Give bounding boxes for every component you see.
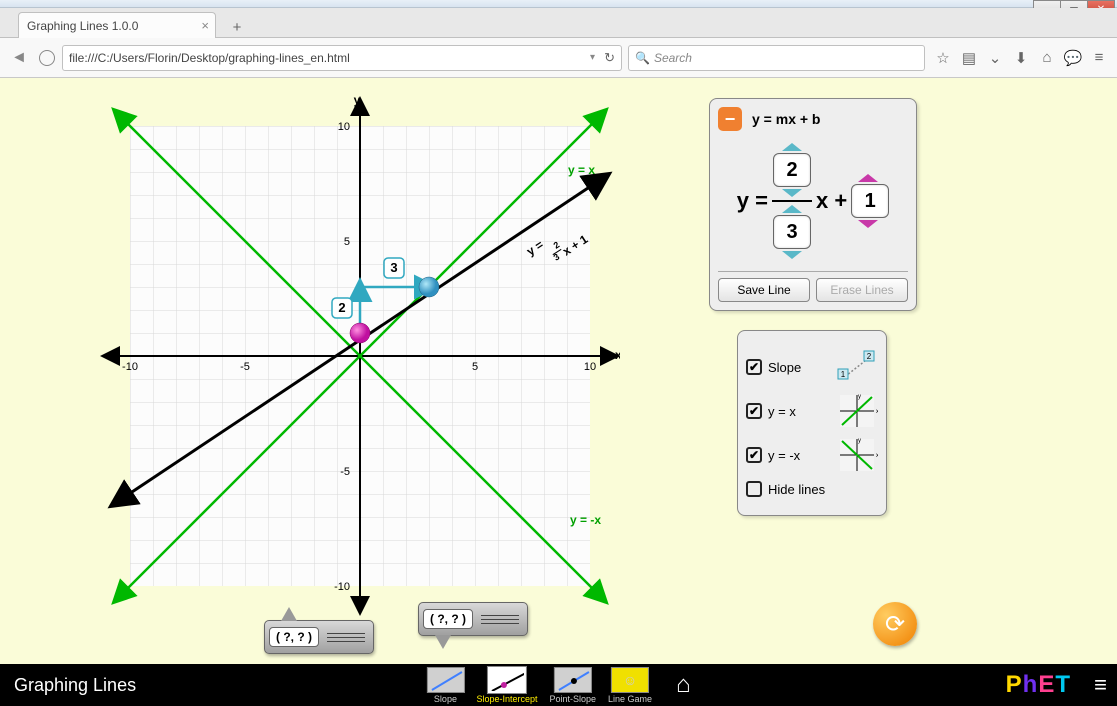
slope-checkbox[interactable]: ✔	[746, 359, 762, 375]
home-button[interactable]: ⌂	[676, 671, 691, 699]
browser-tab-bar: Graphing Lines 1.0.0 × +	[0, 8, 1117, 38]
numerator-down[interactable]	[782, 189, 802, 197]
svg-text:10: 10	[338, 121, 350, 133]
numerator-spinner[interactable]: 2	[773, 153, 811, 187]
grip-icon	[323, 633, 369, 642]
home-icon[interactable]: ⌂	[1035, 46, 1059, 70]
svg-text:10: 10	[584, 361, 596, 373]
window-titlebar	[0, 0, 1117, 8]
nav-point-slope[interactable]: Point-Slope	[549, 667, 596, 704]
search-placeholder: Search	[654, 51, 692, 65]
reset-icon: ⟳	[885, 610, 905, 639]
y-axis-label: y	[354, 96, 361, 107]
url-input[interactable]: file:///C:/Users/Florin/Desktop/graphing…	[62, 45, 622, 71]
ynx-label: y = -x	[768, 448, 800, 463]
denominator-up[interactable]	[782, 205, 802, 213]
chat-icon[interactable]: 💬	[1061, 46, 1085, 70]
x-axis-label: x	[615, 348, 620, 362]
simulation-area: x y -10 -5 5 10 10 5 -5 -10 y = x y = -x…	[0, 78, 1117, 706]
options-panel: ✔ Slope 1 2 ✔ y = x xy ✔ y = -x	[737, 330, 887, 516]
new-tab-button[interactable]: +	[228, 18, 246, 36]
globe-icon	[39, 50, 55, 66]
intercept-down[interactable]	[858, 220, 878, 228]
svg-text:-10: -10	[122, 361, 138, 373]
hide-lines-checkbox[interactable]	[746, 481, 762, 497]
point-tool-pointer-icon	[435, 635, 451, 649]
point-tool-2-label: ( ?, ? )	[423, 609, 473, 629]
svg-text:y: y	[858, 394, 861, 400]
downloads-icon[interactable]: ⬇	[1009, 46, 1033, 70]
slope-label: Slope	[768, 360, 801, 375]
svg-text:2: 2	[338, 300, 345, 315]
browser-tab[interactable]: Graphing Lines 1.0.0 ×	[18, 12, 216, 38]
url-dropdown-icon[interactable]: ▾	[590, 52, 595, 63]
svg-text:5: 5	[472, 361, 478, 373]
svg-text:2: 2	[867, 352, 872, 361]
yx-label: y = x	[768, 404, 796, 419]
hide-lines-label: Hide lines	[768, 482, 825, 497]
phet-logo[interactable]: PhET	[1006, 671, 1071, 699]
graph-svg: x y -10 -5 5 10 10 5 -5 -10 y = x y = -x…	[100, 96, 620, 650]
back-button[interactable]: ◄	[6, 45, 32, 71]
svg-text:-5: -5	[240, 361, 250, 373]
phet-menu-button[interactable]: ≡	[1094, 672, 1107, 698]
ynx-mini-icon: xy	[836, 437, 878, 473]
ynx-checkbox[interactable]: ✔	[746, 447, 762, 463]
search-icon: 🔍	[635, 51, 650, 65]
y-equals: y =	[737, 188, 768, 214]
equation-form-label: y = mx + b	[752, 111, 820, 127]
yx-checkbox[interactable]: ✔	[746, 403, 762, 419]
pocket-icon[interactable]: ⌄	[983, 46, 1007, 70]
point-tool-1-label: ( ?, ? )	[269, 627, 319, 647]
tab-close-icon[interactable]: ×	[201, 18, 209, 33]
graph[interactable]: x y -10 -5 5 10 10 5 -5 -10 y = x y = -x…	[100, 96, 620, 650]
fraction-line	[772, 200, 812, 202]
app-title: Graphing Lines	[14, 675, 136, 696]
search-input[interactable]: 🔍 Search	[628, 45, 925, 71]
svg-text:x: x	[876, 409, 878, 415]
menu-icon[interactable]: ≡	[1087, 46, 1111, 70]
url-text: file:///C:/Users/Florin/Desktop/graphing…	[69, 51, 350, 65]
svg-text:-10: -10	[334, 581, 350, 593]
nav-slope-intercept[interactable]: Slope-Intercept	[476, 667, 537, 704]
reload-icon[interactable]: ↻	[604, 50, 615, 66]
svg-text:y = x: y = x	[568, 163, 595, 177]
identity-button[interactable]	[34, 45, 60, 71]
browser-toolbar: ◄ file:///C:/Users/Florin/Desktop/graphi…	[0, 38, 1117, 78]
reset-all-button[interactable]: ⟳	[873, 602, 917, 646]
collapse-button[interactable]: −	[718, 107, 742, 131]
svg-text:y = -x: y = -x	[570, 513, 601, 527]
denominator-spinner[interactable]: 3	[773, 215, 811, 249]
nav-line-game[interactable]: ☺ Line Game	[608, 667, 652, 704]
svg-text:y: y	[858, 438, 861, 444]
bookmark-star-icon[interactable]: ☆	[931, 46, 955, 70]
x-plus: x +	[816, 188, 847, 214]
grip-icon	[477, 615, 523, 624]
bottom-nav: Graphing Lines Slope Slope-Intercept Poi…	[0, 664, 1117, 706]
svg-text:5: 5	[344, 236, 350, 248]
intercept-handle[interactable]	[350, 323, 370, 343]
svg-text:1: 1	[841, 370, 846, 379]
numerator-up[interactable]	[782, 143, 802, 151]
yx-mini-icon: xy	[836, 393, 878, 429]
library-icon[interactable]: ▤	[957, 46, 981, 70]
point-tool-2[interactable]: ( ?, ? )	[418, 602, 528, 636]
slope-mini-icon: 1 2	[836, 349, 878, 385]
point-tool-1[interactable]: ( ?, ? )	[264, 620, 374, 654]
svg-text:3: 3	[390, 260, 397, 275]
intercept-up[interactable]	[858, 174, 878, 182]
equation-panel: − y = mx + b y = 2 3 x + 1 Save Line	[709, 98, 917, 311]
denominator-down[interactable]	[782, 251, 802, 259]
tab-title: Graphing Lines 1.0.0	[27, 19, 138, 33]
svg-text:-5: -5	[340, 466, 350, 478]
slope-handle[interactable]	[419, 277, 439, 297]
svg-text:x: x	[876, 453, 878, 459]
point-tool-pointer-icon	[281, 607, 297, 621]
erase-lines-button[interactable]: Erase Lines	[816, 278, 908, 302]
nav-slope[interactable]: Slope	[426, 667, 464, 704]
intercept-spinner[interactable]: 1	[851, 184, 889, 218]
save-line-button[interactable]: Save Line	[718, 278, 810, 302]
